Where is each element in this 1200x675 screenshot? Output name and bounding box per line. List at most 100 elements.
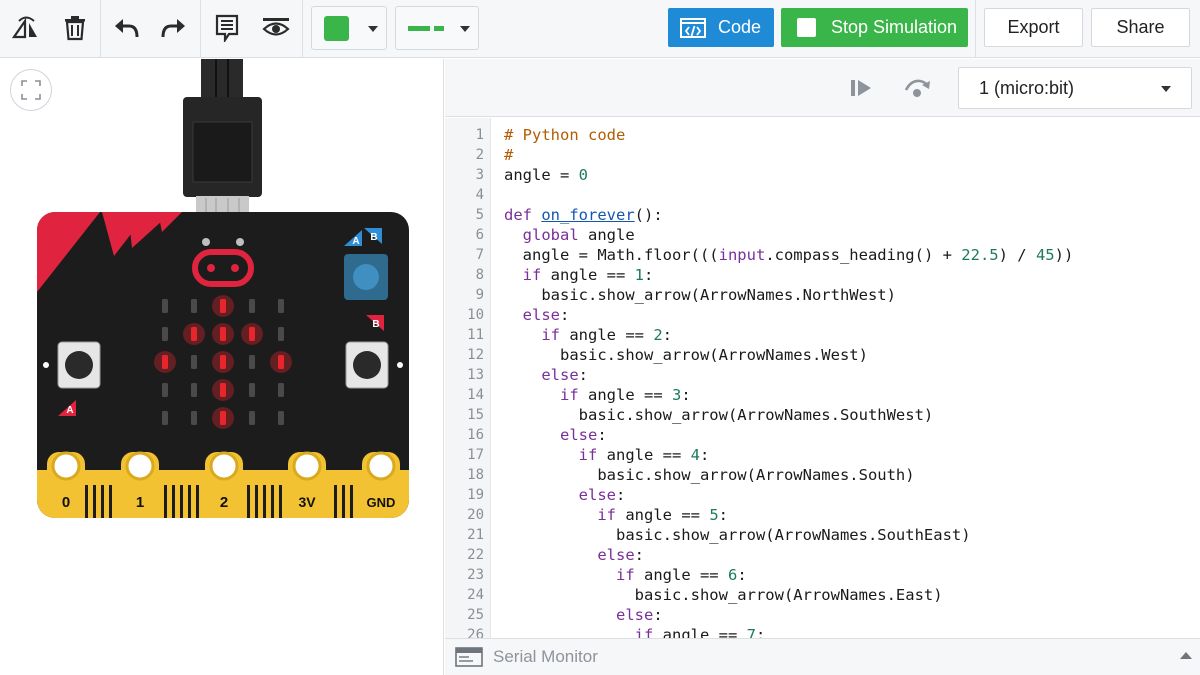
code-line: else: — [560, 426, 607, 444]
led-on — [162, 355, 168, 369]
led-on — [249, 327, 255, 341]
line-number: 9 — [475, 287, 484, 303]
code-line: if angle == 1: — [522, 266, 654, 284]
device-select[interactable]: 1 (micro:bit) — [958, 67, 1192, 109]
code-line: global angle — [522, 226, 635, 244]
line-number: 1 — [475, 127, 484, 143]
code-line: basic.show_arrow(ArrowNames.SouthWest) — [504, 406, 934, 424]
button-b[interactable] — [345, 341, 389, 389]
code-line: if angle == 7: — [634, 626, 766, 638]
led-off — [249, 383, 255, 397]
line-number: 12 — [467, 347, 484, 363]
pin-label-2: 2 — [220, 494, 228, 511]
line-number: 26 — [467, 627, 484, 638]
notes-button[interactable] — [205, 8, 249, 48]
stop-simulation-label: Stop Simulation — [831, 17, 958, 37]
led-off — [191, 355, 197, 369]
code-line: # — [504, 146, 514, 164]
line-number: 8 — [475, 267, 484, 283]
button-ab-label-a: A — [352, 236, 359, 247]
simulator-canvas[interactable]: 0 1 2 3V GND A B A B — [0, 59, 444, 675]
step-icon — [851, 80, 871, 96]
line-number: 23 — [467, 567, 484, 583]
line-number: 18 — [467, 467, 484, 483]
button-a-label: A — [66, 405, 73, 416]
code-line: def on_forever(): — [504, 206, 663, 224]
button-ab-label-b: B — [370, 232, 377, 243]
code-line: if angle == 6: — [615, 566, 747, 584]
led-on — [220, 411, 226, 425]
export-label: Export — [1007, 17, 1060, 37]
restart-button[interactable] — [900, 71, 934, 105]
led-on — [191, 327, 197, 341]
code-button-label: Code — [718, 17, 762, 37]
undo-icon — [115, 19, 139, 38]
led-off — [249, 411, 255, 425]
led-off — [278, 383, 284, 397]
line-number: 13 — [467, 367, 484, 383]
chevron-up-icon[interactable] — [1180, 651, 1192, 659]
line-number: 22 — [467, 547, 484, 563]
code-line: angle = Math.floor(((input.compass_headi… — [504, 246, 1074, 264]
code-line: angle = 0 — [504, 166, 588, 184]
delete-button[interactable] — [53, 8, 97, 48]
share-label: Share — [1116, 17, 1165, 37]
serial-monitor-bar[interactable]: Serial Monitor — [445, 638, 1200, 675]
visibility-button[interactable] — [254, 8, 298, 48]
line-number: 7 — [475, 247, 484, 263]
color-picker[interactable] — [311, 6, 387, 50]
line-number: 14 — [467, 387, 484, 403]
code-line: else: — [615, 606, 663, 624]
code-line: if angle == 3: — [560, 386, 691, 404]
code-icon — [680, 17, 706, 38]
code-line: else: — [597, 546, 644, 564]
button-b-tag: B — [372, 319, 379, 330]
line-number: 11 — [467, 327, 484, 343]
pin-label-gnd: GND — [367, 495, 396, 510]
pin-label-0: 0 — [62, 494, 70, 511]
line-style-icon — [408, 26, 444, 31]
led-on — [220, 383, 226, 397]
undo-button[interactable] — [104, 8, 148, 48]
line-number: 2 — [475, 147, 484, 163]
code-line: basic.show_arrow(ArrowNames.SouthEast) — [504, 526, 971, 544]
code-line: basic.show_arrow(ArrowNames.East) — [504, 586, 943, 604]
chevron-down-icon — [368, 26, 378, 32]
code-line: basic.show_arrow(ArrowNames.West) — [504, 346, 868, 364]
device-select-value: 1 (micro:bit) — [979, 77, 1075, 98]
toolbar: Code Stop Simulation Export Share — [0, 0, 1200, 58]
line-number: 25 — [467, 607, 484, 623]
code-editor[interactable]: 1 2 3 4 5 6 7 8 9 10 11 12 13 14 15 16 1… — [445, 118, 1200, 638]
usb-cable — [183, 59, 262, 214]
led-off — [249, 355, 255, 369]
serial-monitor-label: Serial Monitor — [493, 647, 598, 666]
share-button[interactable]: Share — [1091, 8, 1190, 47]
line-number: 24 — [467, 587, 484, 603]
line-number: 19 — [467, 487, 484, 503]
rotate-icon — [11, 16, 37, 39]
code-line: if angle == 5: — [597, 506, 729, 524]
redo-button[interactable] — [152, 8, 196, 48]
export-button[interactable]: Export — [984, 8, 1083, 47]
microbit-board[interactable]: 0 1 2 3V GND A B A B — [0, 59, 444, 529]
restart-icon — [904, 79, 930, 97]
line-number-gutter: 1 2 3 4 5 6 7 8 9 10 11 12 13 14 15 16 1… — [445, 118, 491, 638]
led-off — [162, 327, 168, 341]
led-off — [162, 411, 168, 425]
button-a[interactable] — [57, 341, 101, 389]
line-number: 17 — [467, 447, 484, 463]
chevron-down-icon — [1161, 86, 1171, 92]
led-on — [220, 355, 226, 369]
pin-label-1: 1 — [136, 494, 144, 511]
code-line: else: — [541, 366, 588, 384]
led-on — [220, 327, 226, 341]
led-on — [278, 355, 284, 369]
stop-simulation-button[interactable]: Stop Simulation — [781, 8, 968, 47]
line-number: 10 — [467, 307, 484, 323]
led-off — [162, 383, 168, 397]
code-button[interactable]: Code — [668, 8, 774, 47]
line-style-picker[interactable] — [395, 6, 479, 50]
rotate-button[interactable] — [4, 8, 48, 48]
step-button[interactable] — [845, 71, 879, 105]
code-line: if angle == 2: — [541, 326, 673, 344]
